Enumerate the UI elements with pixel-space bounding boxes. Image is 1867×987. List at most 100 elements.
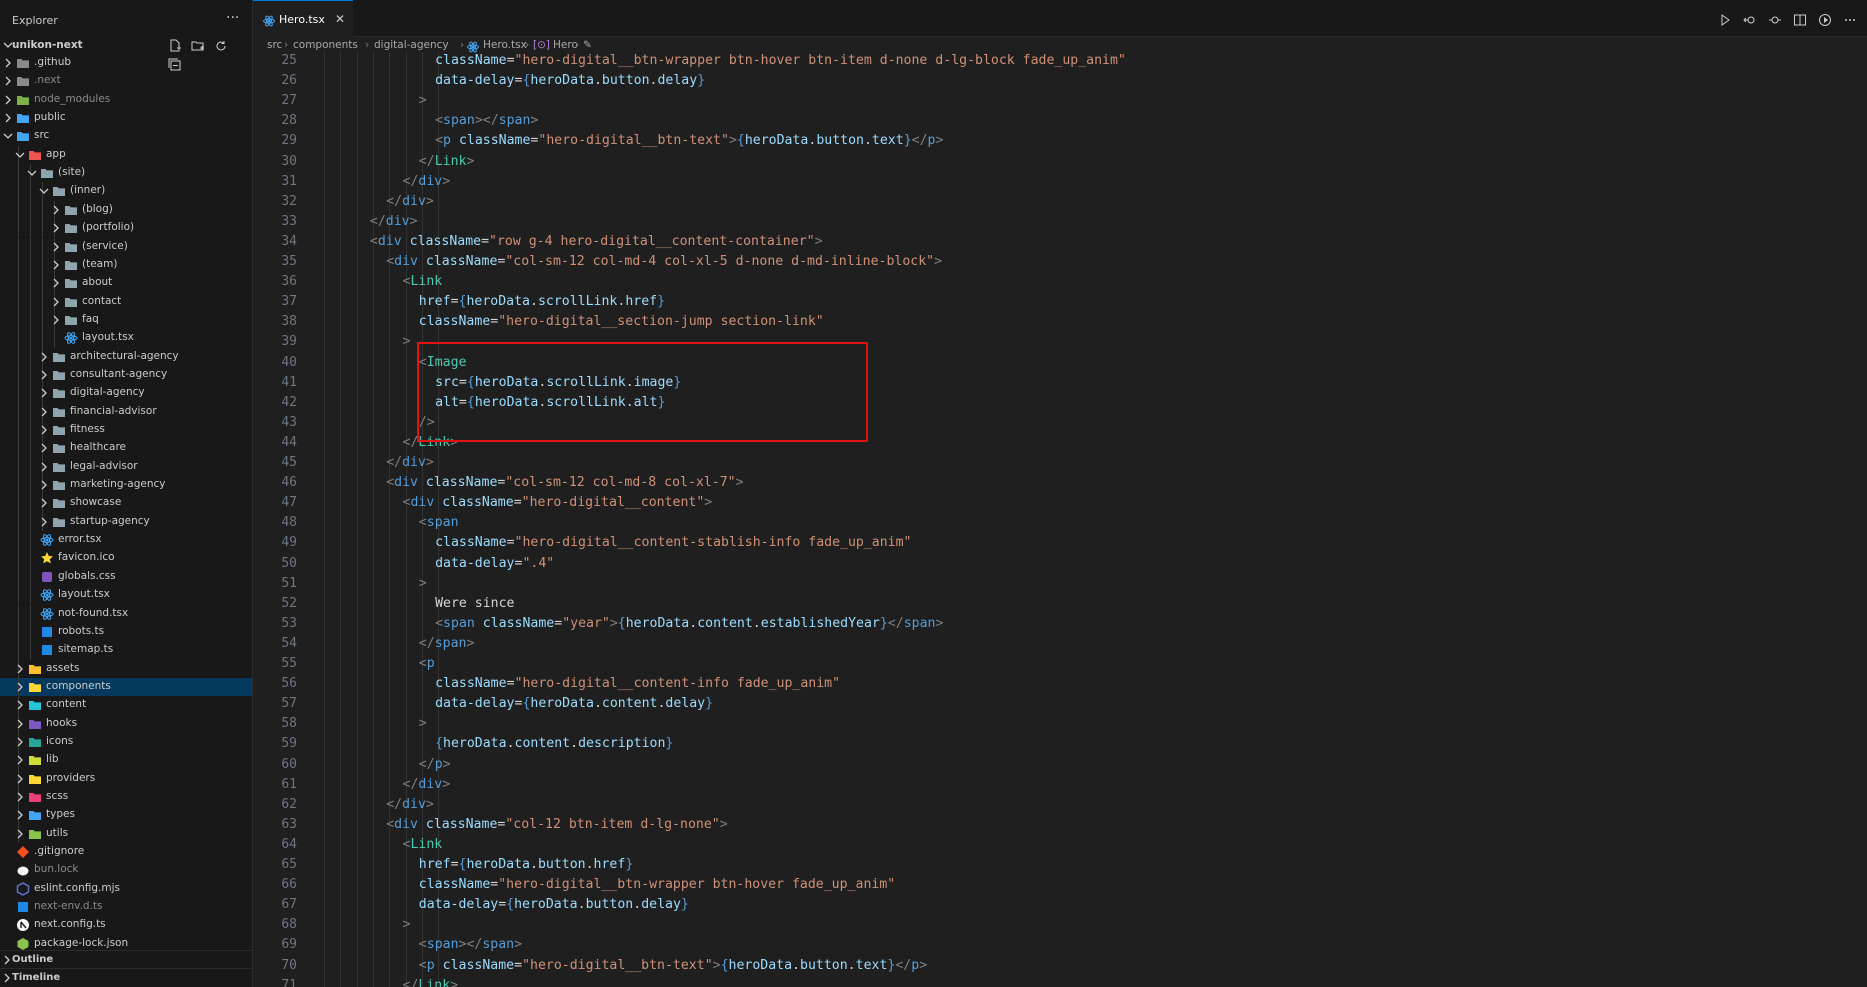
breadcrumb-item[interactable]: digital-agency xyxy=(374,39,449,51)
folder-item[interactable]: (service) xyxy=(0,237,252,256)
code-line[interactable]: 55 <p xyxy=(253,656,1867,676)
folder-item[interactable]: about xyxy=(0,274,252,293)
code-line[interactable]: 58 > xyxy=(253,716,1867,736)
tab-hero-tsx[interactable]: Hero.tsx ✕ xyxy=(253,0,353,37)
breadcrumb-item[interactable]: Hero.tsx xyxy=(483,39,527,51)
folder-item[interactable]: architectural-agency xyxy=(0,347,252,366)
folder-item[interactable]: digital-agency xyxy=(0,384,252,403)
folder-item[interactable]: (site) xyxy=(0,164,252,183)
folder-item[interactable]: node_modules xyxy=(0,91,252,109)
folder-item[interactable]: startup-agency xyxy=(0,512,252,532)
folder-item[interactable]: assets xyxy=(0,659,252,678)
file-item[interactable]: bun.lock xyxy=(0,861,252,879)
code-line[interactable]: 46 <div className="col-sm-12 col-md-8 col… xyxy=(253,475,1867,495)
code-line[interactable]: 26 data-delay={heroData.button.delay} xyxy=(253,73,1867,93)
split-icon[interactable] xyxy=(1793,12,1807,26)
code-line[interactable]: 51 > xyxy=(253,576,1867,596)
go-back-icon[interactable] xyxy=(1742,12,1757,26)
breadcrumb-item[interactable]: components xyxy=(293,39,358,51)
file-item[interactable]: next-env.d.ts xyxy=(0,898,252,916)
code-line[interactable]: 28 <span></span> xyxy=(253,113,1867,133)
code-line[interactable]: 29 <p className="hero-digital__btn-text">… xyxy=(253,133,1867,153)
code-line[interactable]: 68 > xyxy=(253,917,1867,937)
close-icon[interactable]: ✕ xyxy=(335,12,345,26)
code-line[interactable]: 57 data-delay={heroData.content.delay} xyxy=(253,696,1867,716)
timeline-panel-header[interactable]: Timeline xyxy=(0,968,252,987)
breadcrumb-item[interactable]: src xyxy=(267,39,282,51)
folder-item[interactable]: financial-advisor xyxy=(0,402,252,421)
code-line[interactable]: 49 className="hero-digital__content-stabl… xyxy=(253,535,1867,555)
code-line[interactable]: 62 </div> xyxy=(253,797,1867,817)
code-line[interactable]: 67 data-delay={heroData.button.delay} xyxy=(253,897,1867,917)
refresh-icon[interactable] xyxy=(214,38,230,52)
code-line[interactable]: 33 </div> xyxy=(253,214,1867,234)
code-line[interactable]: 52 Were since xyxy=(253,596,1867,616)
run-icon[interactable] xyxy=(1718,12,1732,26)
folder-item[interactable]: icons xyxy=(0,732,252,752)
folder-item[interactable]: contact xyxy=(0,292,252,311)
file-item[interactable]: not-found.tsx xyxy=(0,604,252,623)
folder-item[interactable]: scss xyxy=(0,788,252,807)
code-line[interactable]: 38 className="hero-digital__section-jump … xyxy=(253,314,1867,334)
code-line[interactable]: 64 <Link xyxy=(253,837,1867,857)
folder-item[interactable]: fitness xyxy=(0,421,252,440)
code-line[interactable]: 54 </span> xyxy=(253,636,1867,656)
go-forward-icon[interactable] xyxy=(1768,12,1782,26)
code-line[interactable]: 32 </div> xyxy=(253,194,1867,214)
code-line[interactable]: 70 <p className="hero-digital__btn-text">… xyxy=(253,958,1867,978)
code-line[interactable]: 36 <Link xyxy=(253,274,1867,294)
folder-item[interactable]: types xyxy=(0,806,252,825)
folder-item[interactable]: legal-advisor xyxy=(0,457,252,477)
file-item[interactable]: globals.css xyxy=(0,567,252,587)
folder-item[interactable]: (inner) xyxy=(0,182,252,201)
folder-item[interactable]: (portfolio) xyxy=(0,219,252,238)
folder-item[interactable]: .github xyxy=(0,54,252,72)
folder-item[interactable]: public xyxy=(0,109,252,127)
file-item[interactable]: layout.tsx xyxy=(0,586,252,605)
file-item[interactable]: sitemap.ts xyxy=(0,641,252,660)
code-line[interactable]: 65 href={heroData.button.href} xyxy=(253,857,1867,877)
folder-item[interactable]: (blog) xyxy=(0,200,252,220)
folder-item[interactable]: (team) xyxy=(0,255,252,275)
folder-item[interactable]: marketing-agency xyxy=(0,476,252,495)
folder-item[interactable]: faq xyxy=(0,310,252,330)
folder-item[interactable]: providers xyxy=(0,769,252,788)
code-line[interactable]: 71 </Link> xyxy=(253,978,1867,987)
more-actions-icon[interactable] xyxy=(1843,12,1857,26)
folder-item[interactable]: lib xyxy=(0,751,252,770)
code-line[interactable]: 25 className="hero-digital__btn-wrapper b… xyxy=(253,53,1867,73)
folder-item[interactable]: components xyxy=(0,677,252,697)
folder-item[interactable]: .next xyxy=(0,72,252,90)
code-editor[interactable]: 25 className="hero-digital__btn-wrapper b… xyxy=(253,52,1867,987)
code-line[interactable]: 60 </p> xyxy=(253,757,1867,777)
file-item[interactable]: eslint.config.mjs xyxy=(0,880,252,898)
code-line[interactable]: 66 className="hero-digital__btn-wrapper b… xyxy=(253,877,1867,897)
code-line[interactable]: 59 {heroData.content.description} xyxy=(253,736,1867,756)
code-line[interactable]: 45 </div> xyxy=(253,455,1867,475)
wand-icon[interactable]: ✎ xyxy=(583,39,592,51)
folder-item[interactable]: utils xyxy=(0,824,252,844)
folder-item[interactable]: content xyxy=(0,696,252,715)
code-line[interactable]: 47 <div className="hero-digital__content"… xyxy=(253,495,1867,515)
new-folder-icon[interactable] xyxy=(191,38,207,52)
code-line[interactable]: 35 <div className="col-sm-12 col-md-4 col… xyxy=(253,254,1867,274)
code-line[interactable]: 27 > xyxy=(253,93,1867,113)
ellipsis-icon[interactable]: ··· xyxy=(226,10,239,26)
code-line[interactable]: 53 <span className="year">{heroData.conte… xyxy=(253,616,1867,636)
code-line[interactable]: 34 <div className="row g-4 hero-digital__… xyxy=(253,234,1867,254)
file-item[interactable]: layout.tsx xyxy=(0,329,252,348)
file-item[interactable]: next.config.ts xyxy=(0,916,252,934)
code-line[interactable]: 56 className="hero-digital__content-info … xyxy=(253,676,1867,696)
outline-panel-header[interactable]: Outline xyxy=(0,950,252,969)
file-item[interactable]: error.tsx xyxy=(0,531,252,550)
folder-item[interactable]: showcase xyxy=(0,494,252,513)
code-line[interactable]: 30 </Link> xyxy=(253,154,1867,174)
new-file-icon[interactable] xyxy=(168,38,184,52)
folder-item[interactable]: healthcare xyxy=(0,439,252,458)
code-line[interactable]: 37 href={heroData.scrollLink.href} xyxy=(253,294,1867,314)
file-item[interactable]: favicon.ico xyxy=(0,549,252,568)
timeline-icon[interactable] xyxy=(1818,12,1832,26)
file-item[interactable]: robots.ts xyxy=(0,622,252,642)
folder-item[interactable]: consultant-agency xyxy=(0,365,252,385)
code-line[interactable]: 50 data-delay=".4" xyxy=(253,556,1867,576)
